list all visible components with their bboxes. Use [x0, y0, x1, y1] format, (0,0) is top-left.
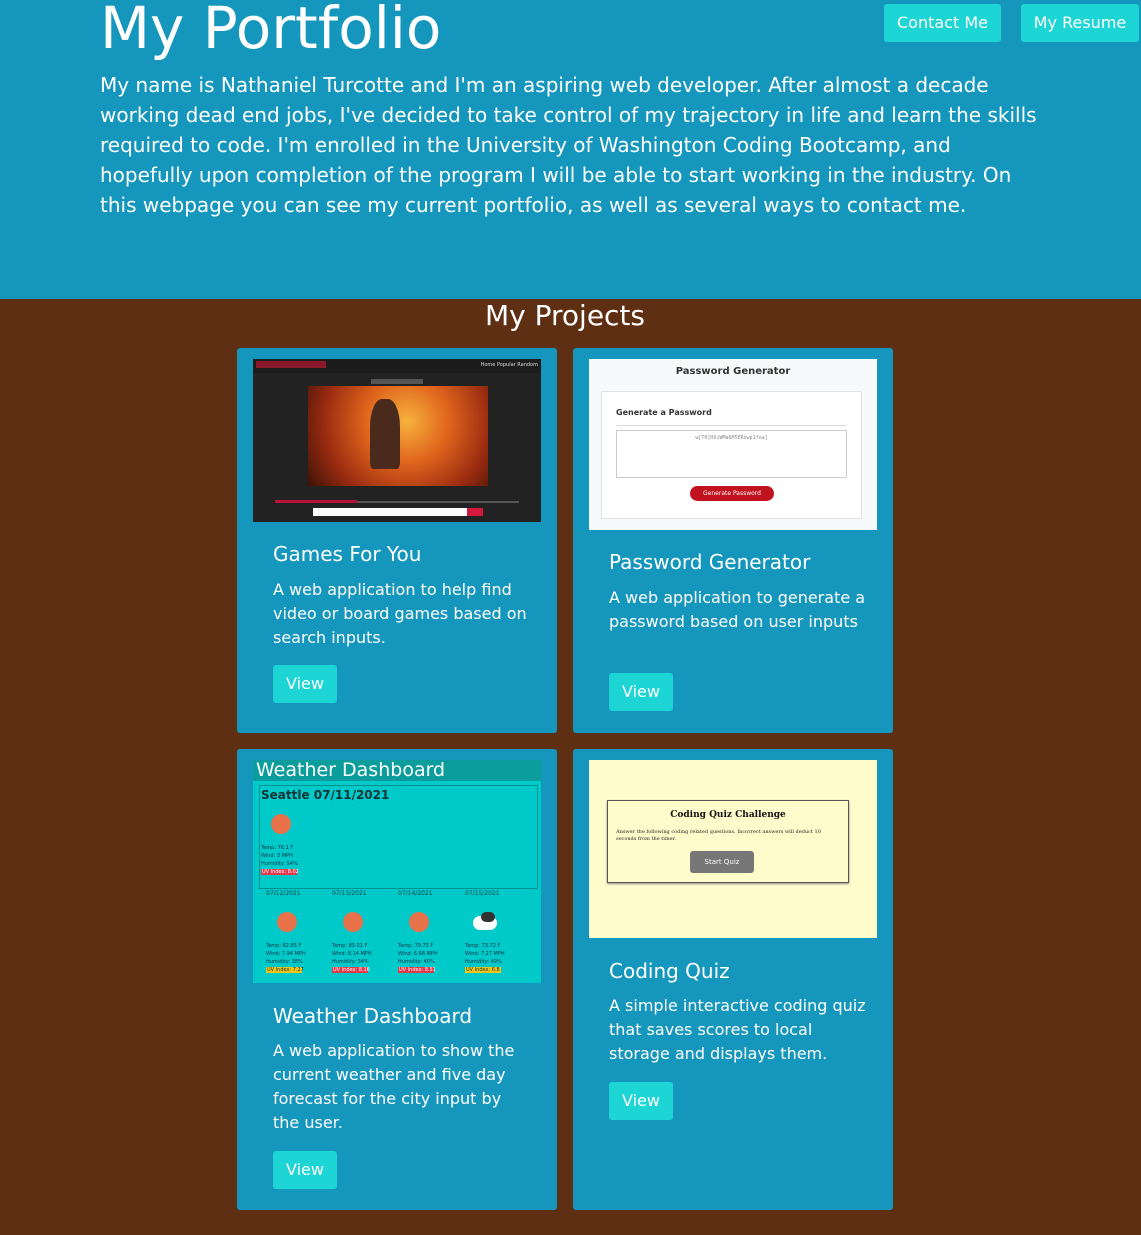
forecast-humidity: Humidity: 40%	[398, 959, 435, 965]
view-weather-button[interactable]: View	[273, 1151, 337, 1189]
forecast-wind: Wind: 6.68 MPH	[398, 951, 438, 957]
games-screenshot: Home Popular Random	[253, 359, 541, 522]
sun-icon	[277, 912, 297, 932]
project-title: Games For You	[273, 542, 422, 566]
wd-current-panel: Seattle 07/11/2021 Temp: 76.1 F Wind: 3 …	[259, 785, 538, 889]
pg-subtitle: Generate a Password	[616, 408, 712, 417]
project-title: Coding Quiz	[609, 959, 730, 983]
forecast-humidity: Humidity: 34%	[332, 959, 369, 965]
forecast-uv-badge: UV Index: 8.51	[398, 967, 436, 973]
intro-text: My name is Nathaniel Turcotte and I'm an…	[100, 73, 1037, 217]
forecast-date: 07/12/2021	[266, 890, 301, 897]
forecast-uv: UV Index: 8.16	[333, 967, 370, 973]
pg-card: Generate a Password w[T0]HXiWMa6H5ERswp1…	[601, 391, 862, 519]
wd-current-uv: UV Index: 8.02	[262, 869, 299, 875]
projects-heading: My Projects	[484, 299, 645, 332]
sun-icon	[409, 912, 429, 932]
project-card-weather: Weather Dashboard Seattle 07/11/2021 Tem…	[237, 749, 557, 1210]
project-description: A simple interactive coding quiz that sa…	[609, 996, 866, 1063]
project-card-quiz: Coding Quiz Challenge Answer the followi…	[573, 749, 893, 1210]
forecast-date: 07/13/2021	[332, 890, 367, 897]
games-search-button	[467, 508, 483, 516]
pg-divider	[616, 425, 847, 426]
project-card-password: Password Generator Generate a Password w…	[573, 348, 893, 733]
project-description: A web application to generate a password…	[609, 588, 866, 631]
view-games-button[interactable]: View	[273, 665, 337, 703]
wd-current-uv-badge: UV Index: 8.02	[261, 869, 299, 875]
password-screenshot: Password Generator Generate a Password w…	[589, 359, 877, 530]
forecast-wind: Wind: 8.14 MPH	[332, 951, 372, 957]
pg-generate-label: Generate Password	[703, 490, 761, 497]
forecast-uv-badge: UV Index: 6.8	[465, 967, 501, 973]
games-search-field	[313, 508, 467, 516]
header: My Portfolio Contact Me My Resume My nam…	[0, 0, 1141, 299]
qz-start-label: Start Quiz	[704, 858, 740, 866]
sun-icon	[343, 912, 363, 932]
project-description: A web application to show the current we…	[273, 1041, 515, 1132]
games-tab-active	[275, 500, 357, 503]
forecast-wind: Wind: 7.94 MPH	[266, 951, 306, 957]
games-hero-figure	[370, 399, 400, 469]
contact-me-button[interactable]: Contact Me	[884, 4, 1001, 42]
wd-current-humidity: Humidity: 54%	[261, 861, 298, 867]
forecast-temp: Temp: 85.01 F	[332, 943, 368, 949]
wd-current-wind: Wind: 3 MPH	[261, 853, 293, 859]
forecast-wind: Wind: 7.27 MPH	[465, 951, 505, 957]
pg-title: Password Generator	[675, 366, 791, 377]
qz-text: Answer the following coding related ques…	[616, 829, 821, 842]
forecast-temp: Temp: 73.72 F	[465, 943, 501, 949]
view-quiz-button[interactable]: View	[609, 1082, 673, 1120]
site-title: My Portfolio	[100, 0, 442, 62]
forecast-date: 07/14/2021	[398, 890, 433, 897]
cloud-icon-dark	[481, 912, 495, 922]
project-card-games: Home Popular Random Games For You A web …	[237, 348, 557, 733]
forecast-humidity: Humidity: 49%	[465, 959, 502, 965]
qz-box: Coding Quiz Challenge Answer the followi…	[607, 800, 849, 883]
project-description: A web application to help find video or …	[273, 580, 527, 647]
games-brand	[256, 361, 326, 368]
sun-icon	[271, 814, 291, 834]
project-title: Weather Dashboard	[273, 1004, 473, 1028]
my-resume-button[interactable]: My Resume	[1021, 4, 1139, 42]
pg-textarea: w[T0]HXiWMa6H5ERswp1foa]	[616, 430, 847, 478]
wd-current-temp: Temp: 76.1 F	[261, 845, 294, 851]
forecast-temp: Temp: 79.75 F	[398, 943, 434, 949]
forecast-uv-badge: UV Index: 7.27	[266, 967, 304, 973]
qz-start-button: Start Quiz	[690, 851, 754, 873]
weather-screenshot: Weather Dashboard Seattle 07/11/2021 Tem…	[253, 760, 541, 983]
pg-generate-button: Generate Password	[690, 486, 774, 501]
wd-city-date: Seattle 07/11/2021	[261, 788, 390, 802]
forecast-uv: UV Index: 8.51	[399, 967, 436, 973]
games-nav: Home Popular Random	[480, 362, 538, 368]
pg-password: w[T0]HXiWMa6H5ERswp1foa]	[695, 435, 768, 441]
qz-title: Coding Quiz Challenge	[670, 810, 786, 820]
wd-title: Weather Dashboard	[256, 760, 446, 781]
games-caption	[371, 379, 423, 384]
forecast-uv-badge: UV Index: 8.16	[332, 967, 370, 973]
forecast-date: 07/15/2021	[465, 890, 500, 897]
quiz-screenshot: Coding Quiz Challenge Answer the followi…	[589, 760, 877, 938]
forecast-uv: UV Index: 6.8	[466, 967, 500, 973]
forecast-humidity: Humidity: 38%	[266, 959, 303, 965]
view-password-button[interactable]: View	[609, 673, 673, 711]
forecast-uv: UV Index: 7.27	[267, 967, 304, 973]
forecast-temp: Temp: 82.85 F	[266, 943, 302, 949]
project-title: Password Generator	[609, 550, 811, 574]
